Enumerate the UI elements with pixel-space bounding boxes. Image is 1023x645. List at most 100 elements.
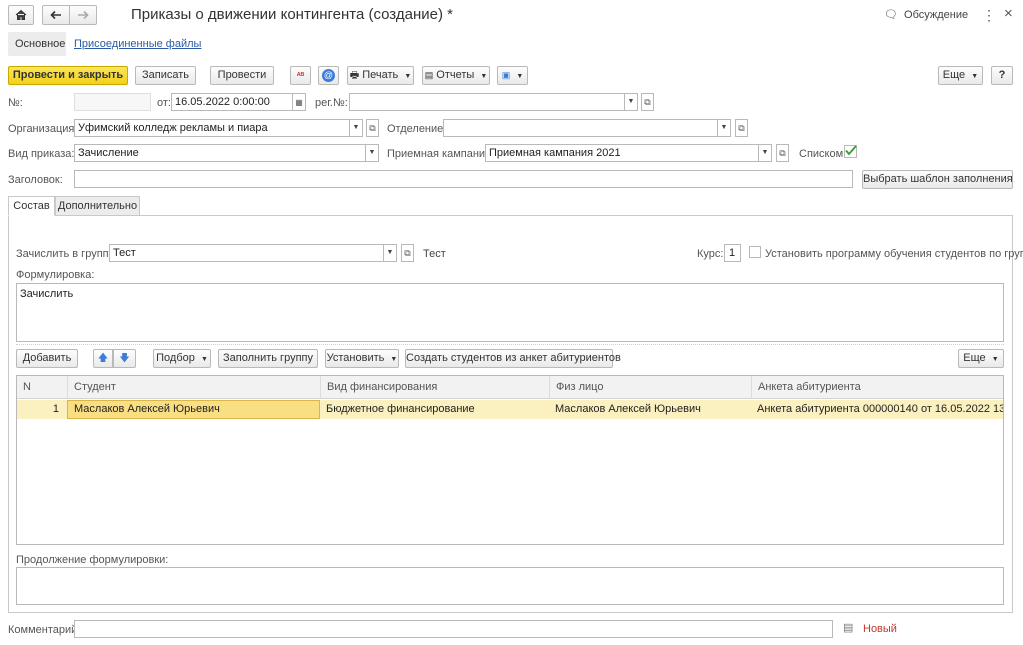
move-up-button[interactable]: 🡅 <box>93 349 113 368</box>
open-icon: ⧉ <box>404 248 411 258</box>
calendar-button[interactable]: ▦ <box>293 93 306 111</box>
reg-number-label: рег.№: <box>315 97 348 109</box>
reg-number-dropdown[interactable]: ▼ <box>625 93 638 111</box>
group-field[interactable]: Тест <box>109 244 384 262</box>
campaign-open-button[interactable]: ⧉ <box>776 144 789 162</box>
tab-additional[interactable]: Дополнительно <box>55 196 140 216</box>
pick-button[interactable]: Подбор ▼ <box>153 349 211 368</box>
group-dropdown[interactable]: ▼ <box>384 244 397 262</box>
department-label: Отделение: <box>387 123 447 135</box>
related-docs-button[interactable]: ▣ ▼ <box>497 66 528 85</box>
wording-textarea[interactable]: Зачислить <box>16 283 1004 342</box>
more-button[interactable]: Еще ▼ <box>938 66 983 85</box>
chevron-down-icon: ▼ <box>390 356 398 363</box>
organization-dropdown[interactable]: ▼ <box>350 119 363 137</box>
note-icon[interactable]: ▤ <box>843 621 853 634</box>
chevron-down-icon: ▼ <box>480 73 488 80</box>
column-header-n[interactable]: N <box>17 376 67 398</box>
column-header-application[interactable]: Анкета абитуриента <box>751 376 1003 398</box>
post-and-close-button[interactable]: Провести и закрыть <box>8 66 128 85</box>
choose-template-button[interactable]: Выбрать шаблон заполнения <box>862 170 1013 189</box>
create-students-button[interactable]: Создать студентов из анкет абитуриентов <box>405 349 621 368</box>
column-header-person[interactable]: Физ лицо <box>549 376 751 398</box>
chevron-down-icon: ▼ <box>991 356 999 363</box>
forward-button[interactable] <box>69 5 97 25</box>
comment-field[interactable] <box>74 620 833 638</box>
course-field[interactable]: 1 <box>724 244 741 262</box>
more-label: Еще <box>942 69 966 81</box>
arrow-down-icon: 🡇 <box>119 353 130 364</box>
arrow-up-icon: 🡅 <box>97 353 109 364</box>
list-checkbox[interactable] <box>844 145 857 158</box>
cell-n: 1 <box>52 403 59 415</box>
table-more-button[interactable]: Еще ▼ <box>958 349 1004 368</box>
more-options-icon[interactable]: ⋮ <box>982 7 996 24</box>
page-title: Приказы о движении контингента (создание… <box>131 6 453 23</box>
campaign-dropdown[interactable]: ▼ <box>759 144 772 162</box>
cell-person[interactable]: Маслаков Алексей Юрьевич <box>549 400 751 419</box>
group-open-button[interactable]: ⧉ <box>401 244 414 262</box>
number-field[interactable] <box>74 93 151 111</box>
discussion-button[interactable]: 🗨 Обсуждение <box>884 8 968 21</box>
save-button[interactable]: Записать <box>135 66 196 85</box>
list-label: Списком: <box>799 148 847 160</box>
tab-composition[interactable]: Состав <box>8 196 55 216</box>
home-button[interactable] <box>8 5 34 25</box>
continuation-textarea[interactable] <box>16 567 1004 605</box>
comment-label: Комментарий: <box>8 624 81 636</box>
program-checkbox[interactable] <box>749 246 761 258</box>
help-button[interactable]: ? <box>991 66 1013 85</box>
email-button[interactable]: @ <box>318 66 339 85</box>
arrow-right-icon <box>78 10 89 20</box>
continuation-label: Продолжение формулировки: <box>16 554 169 566</box>
checkmark-icon <box>845 145 857 156</box>
back-button[interactable] <box>42 5 70 25</box>
tab-attached-files[interactable]: Присоединенные файлы <box>74 38 201 50</box>
organization-open-button[interactable]: ⧉ <box>366 119 379 137</box>
add-row-button[interactable]: Добавить <box>16 349 78 368</box>
department-dropdown[interactable]: ▼ <box>718 119 731 137</box>
table-row[interactable]: 1 Маслаков Алексей Юрьевич Бюджетное фин… <box>17 400 1003 419</box>
group-label: Зачислить в группу: <box>16 248 118 260</box>
toolbar-separator <box>16 344 1004 346</box>
fill-group-button[interactable]: Заполнить группу <box>218 349 318 368</box>
reg-number-field[interactable] <box>349 93 625 111</box>
chevron-down-icon: ▼ <box>404 73 412 80</box>
campaign-field[interactable]: Приемная кампания 2021 <box>485 144 759 162</box>
set-button[interactable]: Установить ▼ <box>325 349 399 368</box>
order-type-field[interactable]: Зачисление <box>74 144 366 162</box>
cell-student[interactable]: Маслаков Алексей Юрьевич <box>67 400 320 419</box>
department-field[interactable] <box>443 119 718 137</box>
wording-text: Зачислить <box>20 288 74 300</box>
cell-financing[interactable]: Бюджетное финансирование <box>320 400 549 419</box>
cell-application[interactable]: Анкета абитуриента 000000140 от 16.05.20… <box>751 400 1003 419</box>
organization-field[interactable]: Уфимский колледж рекламы и пиара <box>74 119 350 137</box>
date-label: от: <box>157 97 171 109</box>
heading-field[interactable] <box>74 170 853 188</box>
spellcheck-icon: ᴬᴮ <box>296 71 305 80</box>
post-button[interactable]: Провести <box>210 66 274 85</box>
column-header-student[interactable]: Студент <box>67 376 320 398</box>
discussion-label: Обсуждение <box>904 9 969 21</box>
reports-button[interactable]: ▤ Отчеты ▼ <box>422 66 490 85</box>
open-icon: ⧉ <box>369 123 376 133</box>
spellcheck-button[interactable]: ᴬᴮ <box>290 66 311 85</box>
reg-number-open-button[interactable]: ⧉ <box>641 93 654 111</box>
students-table[interactable]: N Студент Вид финансирования Физ лицо Ан… <box>16 375 1004 545</box>
print-label: Печать <box>362 69 399 81</box>
column-header-financing[interactable]: Вид финансирования <box>320 376 549 398</box>
date-field[interactable]: 16.05.2022 0:00:00 <box>171 93 293 111</box>
printer-icon: 🖶 <box>349 70 360 81</box>
home-icon <box>15 9 27 20</box>
at-icon: @ <box>322 69 335 82</box>
documents-icon: ▣ <box>501 70 511 80</box>
report-icon: ▤ <box>424 70 434 80</box>
department-open-button[interactable]: ⧉ <box>735 119 748 137</box>
order-type-dropdown[interactable]: ▼ <box>366 144 379 162</box>
close-icon[interactable]: × <box>1004 5 1013 22</box>
move-down-button[interactable]: 🡇 <box>113 349 136 368</box>
print-button[interactable]: 🖶 Печать ▼ <box>347 66 414 85</box>
pick-label: Подбор <box>156 352 195 364</box>
wording-label: Формулировка: <box>16 269 95 281</box>
calendar-icon: ▦ <box>295 98 303 107</box>
